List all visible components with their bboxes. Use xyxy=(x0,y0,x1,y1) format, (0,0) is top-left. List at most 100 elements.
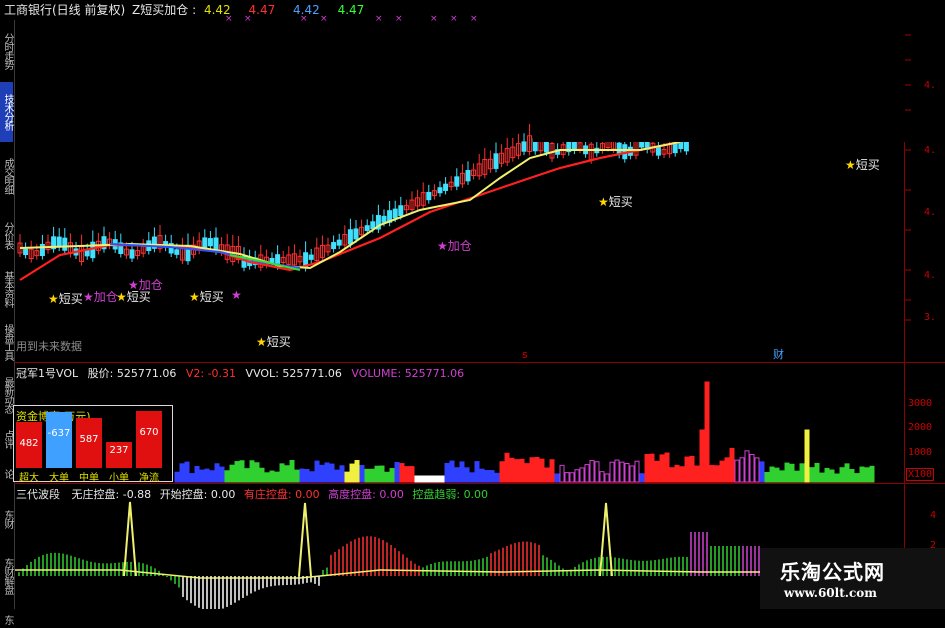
volume-bar xyxy=(284,465,290,483)
candle-body xyxy=(655,146,661,156)
volume-bar xyxy=(219,466,225,483)
candle-body xyxy=(465,170,471,182)
volume-bar xyxy=(194,465,200,483)
volume-bar xyxy=(864,467,870,483)
volume-bar xyxy=(189,473,195,483)
volume-bar xyxy=(484,470,490,483)
vol-item: VVOL: 525771.06 xyxy=(245,367,342,380)
volume-bar xyxy=(504,452,510,483)
fund-bar-medium: 587 xyxy=(76,418,102,468)
volume-bar xyxy=(499,461,505,483)
wave-item: 有庄控盘: 0.00 xyxy=(243,488,320,501)
volume-bar xyxy=(399,463,405,483)
price-axis-label: 4. xyxy=(924,80,937,91)
candle-body xyxy=(616,142,622,155)
volume-bar xyxy=(554,473,560,483)
vol-item: VOLUME: 525771.06 xyxy=(351,367,465,380)
volume-bar xyxy=(789,463,795,483)
tab-more[interactable]: 东 xyxy=(0,610,13,628)
volume-bar xyxy=(449,460,455,483)
volume-bar xyxy=(624,462,630,483)
volume-bar xyxy=(714,465,720,483)
candle-body xyxy=(347,229,353,245)
top-marker: × xyxy=(320,14,328,24)
volume-bar xyxy=(834,473,840,483)
volume-bar xyxy=(654,460,660,483)
volume-bar xyxy=(814,462,820,483)
volume-bar xyxy=(544,467,550,483)
volume-bar xyxy=(389,468,395,483)
masked-area xyxy=(533,0,905,142)
volume-bar xyxy=(204,468,210,483)
candle-body xyxy=(331,242,337,250)
volume-bar xyxy=(234,461,240,483)
volume-bar xyxy=(339,465,345,483)
volume-bar xyxy=(199,469,205,483)
finance-marker[interactable]: 财 xyxy=(773,346,784,362)
volume-bar xyxy=(644,453,650,483)
volume-bar xyxy=(364,468,370,483)
top-marker: × xyxy=(470,14,478,24)
volume-bar xyxy=(494,472,500,483)
volume-bar xyxy=(214,463,220,483)
volume-bar xyxy=(829,469,835,483)
vol-axis-label: 3000 xyxy=(908,398,933,409)
volume-bar xyxy=(669,467,675,483)
candle-body xyxy=(39,243,45,257)
watermark-name: 乐淘公式网 xyxy=(780,560,885,584)
candle-body xyxy=(381,215,387,223)
vol-item: V2: -0.31 xyxy=(185,367,237,380)
volume-bar xyxy=(594,461,600,483)
volume-bar xyxy=(274,471,280,483)
volume-bar xyxy=(184,461,190,483)
fund-label: 超大 xyxy=(19,473,39,484)
volume-bar xyxy=(564,472,570,483)
oscillator-spike xyxy=(298,502,312,577)
volume-bar xyxy=(374,465,380,483)
volume-bar xyxy=(249,460,255,483)
volume-bar xyxy=(799,463,805,483)
signal-short-buy: ★短买 xyxy=(116,290,151,304)
volume-bar xyxy=(839,467,845,483)
volume-bar xyxy=(489,470,495,483)
volume-bar xyxy=(369,468,375,483)
candle-body xyxy=(426,191,432,201)
volume-bar xyxy=(749,453,755,483)
volume-bar xyxy=(769,466,775,483)
volume-bar xyxy=(179,463,185,483)
volume-bar xyxy=(514,459,520,483)
price-axis-label: 4. xyxy=(924,270,937,281)
volume-bar xyxy=(664,452,670,483)
volume-bar xyxy=(549,459,555,483)
volume-bar xyxy=(434,475,440,483)
top-marker: × xyxy=(395,14,403,24)
volume-bar xyxy=(314,460,320,483)
top-marker: × xyxy=(375,14,383,24)
vol-indicator-name: 冠军1号VOL xyxy=(16,367,79,380)
candle-body xyxy=(543,141,549,153)
volume-bar xyxy=(509,457,515,483)
volume-bar xyxy=(869,465,875,483)
volume-bar xyxy=(684,456,690,483)
candle-body xyxy=(336,239,342,246)
volume-bar xyxy=(329,463,335,483)
volume-bar xyxy=(319,464,325,483)
volume-bar xyxy=(289,459,295,483)
volume-bar xyxy=(324,462,330,483)
volume-bar xyxy=(589,460,595,483)
volume-bar xyxy=(474,461,480,483)
signal-short-buy: ★短买 xyxy=(189,290,224,304)
top-marker: × xyxy=(225,14,233,24)
candle-body xyxy=(174,249,180,255)
volume-bar xyxy=(734,459,740,483)
volume-bar xyxy=(719,460,725,483)
candle-body xyxy=(84,249,90,257)
volume-bar xyxy=(269,470,275,483)
signal-short-buy: ★短买 xyxy=(256,335,291,349)
volume-bar xyxy=(679,466,685,483)
volume-bar xyxy=(444,462,450,483)
wave-item: 开始控盘: 0.00 xyxy=(159,488,236,501)
volume-bar xyxy=(639,473,645,483)
volume-bar xyxy=(824,467,830,483)
volume-bar xyxy=(854,473,860,483)
